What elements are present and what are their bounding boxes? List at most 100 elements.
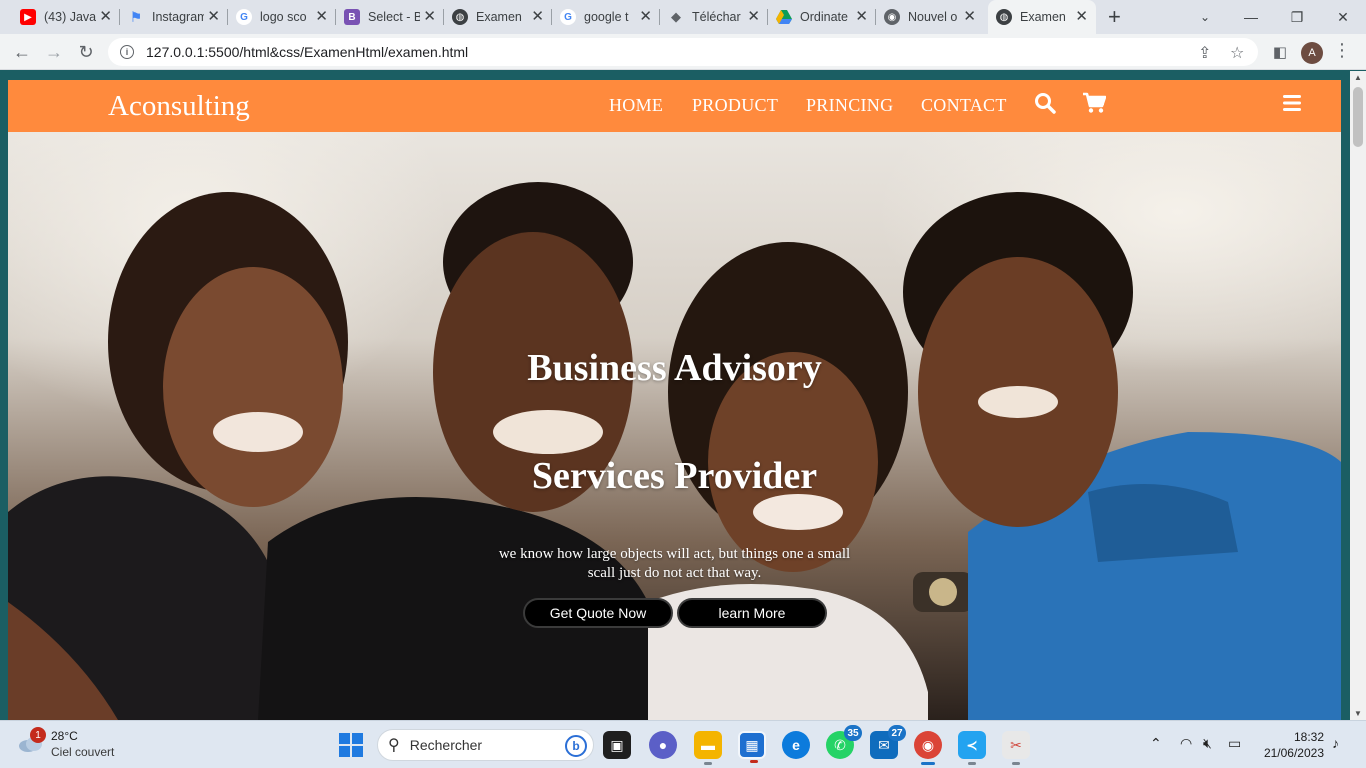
tab-title: Nouvel o	[908, 10, 958, 24]
browser-tab-6[interactable]: G google t ✕	[552, 0, 660, 34]
browser-tab-active[interactable]: ◍ Examen ✕	[988, 0, 1096, 34]
browser-tab-3[interactable]: G logo sco ✕	[228, 0, 336, 34]
whatsapp-icon[interactable]: ✆ 35	[826, 725, 862, 759]
edge-icon[interactable]: e	[782, 731, 810, 759]
windows-start-icon[interactable]	[339, 733, 363, 757]
browser-tab-7[interactable]: ◆ Téléchar ✕	[660, 0, 768, 34]
browser-toolbar: ← → ↻ i 127.0.0.1:5500/html&css/ExamenHt…	[0, 34, 1366, 70]
clock-time: 18:32	[1293, 730, 1324, 744]
browser-tab-strip: ▶ (43) Java ✕ ⚑ Instagram ✕ G logo sco ✕…	[0, 0, 1366, 34]
chrome-icon: ◉	[884, 9, 900, 25]
tab-title: Examen	[1020, 10, 1066, 24]
nav-contact[interactable]: CONTACT	[921, 95, 1007, 116]
teams-chat-icon[interactable]: ●	[649, 731, 677, 759]
notification-bell-icon[interactable]: ♪	[1332, 735, 1339, 751]
microsoft-store-icon[interactable]: ▦	[738, 731, 766, 763]
back-icon[interactable]: ←	[10, 40, 34, 64]
browser-tab-4[interactable]: B Select - B ✕	[336, 0, 444, 34]
address-bar[interactable]: i 127.0.0.1:5500/html&css/ExamenHtml/exa…	[108, 38, 1258, 66]
globe-icon: ◍	[452, 9, 468, 25]
close-tab-icon[interactable]: ✕	[963, 9, 976, 25]
close-tab-icon[interactable]: ✕	[747, 9, 760, 25]
hero-title-line1: Business Advisory	[527, 347, 822, 389]
hero-content: Business Advisory Services Provider we k…	[8, 132, 1341, 720]
tab-title: Ordinate	[800, 10, 848, 24]
wifi-icon[interactable]: ◠	[1180, 735, 1192, 752]
browser-tab-1[interactable]: ▶ (43) Java ✕	[12, 0, 120, 34]
scroll-thumb[interactable]	[1353, 87, 1363, 147]
site-navbar: Aconsulting HOME PRODUCT PRINCING CONTAC…	[8, 80, 1341, 132]
browser-tab-5[interactable]: ◍ Examen ✕	[444, 0, 552, 34]
page-viewport: Aconsulting HOME PRODUCT PRINCING CONTAC…	[0, 71, 1350, 720]
google-icon: G	[236, 9, 252, 25]
browser-tab-2[interactable]: ⚑ Instagram ✕	[120, 0, 228, 34]
nav-pricing[interactable]: PRINCING	[806, 95, 893, 116]
weather-badge: 1	[30, 727, 46, 743]
close-tab-icon[interactable]: ✕	[207, 9, 220, 25]
restore-icon[interactable]: ❐	[1274, 0, 1320, 34]
google-icon: G	[560, 9, 576, 25]
hero-subtitle: we know how large objects will act, but …	[498, 546, 851, 581]
taskbar-search[interactable]: ⚲ Rechercher b	[377, 729, 594, 761]
bootstrap-icon: B	[344, 9, 360, 25]
reload-icon[interactable]: ↻	[74, 40, 98, 64]
close-tab-icon[interactable]: ✕	[855, 9, 868, 25]
search-icon[interactable]	[1034, 92, 1056, 119]
cart-icon[interactable]	[1082, 92, 1107, 119]
bing-icon[interactable]: b	[565, 735, 587, 757]
bookmark-star-icon[interactable]: ☆	[1230, 43, 1244, 63]
tab-title: Examen	[476, 10, 522, 24]
google-drive-icon	[776, 9, 792, 25]
browser-tab-9[interactable]: ◉ Nouvel o ✕	[876, 0, 984, 34]
system-clock[interactable]: 18:32 21/06/2023	[1260, 729, 1324, 761]
mail-badge: 27	[888, 725, 906, 741]
vscode-icon[interactable]: ≺	[958, 731, 986, 765]
file-explorer-icon[interactable]: ▬	[694, 731, 722, 765]
close-tab-icon[interactable]: ✕	[531, 9, 544, 25]
tab-title: Select - B	[368, 10, 420, 24]
graduation-cap-icon: ◆	[671, 9, 681, 24]
get-quote-button[interactable]: Get Quote Now	[523, 598, 673, 628]
weather-desc[interactable]: Ciel couvert	[51, 745, 114, 759]
mail-icon[interactable]: ✉ 27	[870, 725, 906, 759]
battery-icon[interactable]: ▭	[1228, 735, 1241, 752]
tab-title: Instagram	[152, 10, 204, 24]
close-tab-icon[interactable]: ✕	[1075, 9, 1088, 25]
side-panel-icon[interactable]: ◧	[1268, 40, 1292, 64]
task-view-icon[interactable]: ▣	[603, 731, 631, 759]
snipping-tool-icon[interactable]: ✂	[1002, 731, 1030, 765]
scroll-up-icon[interactable]: ▲	[1354, 73, 1362, 82]
close-tab-icon[interactable]: ✕	[315, 9, 328, 25]
nav-home[interactable]: HOME	[609, 95, 663, 116]
search-icon: ⚲	[388, 737, 400, 754]
forward-icon[interactable]: →	[42, 40, 66, 64]
weather-temp[interactable]: 28°C	[51, 729, 78, 743]
share-icon[interactable]: ⇪	[1198, 43, 1211, 63]
scroll-down-icon[interactable]: ▼	[1354, 709, 1362, 718]
minimize-icon[interactable]: —	[1228, 0, 1274, 34]
menu-kebab-icon[interactable]: ⋮	[1333, 40, 1351, 61]
site-info-icon[interactable]: i	[120, 45, 134, 59]
learn-more-button[interactable]: learn More	[677, 598, 827, 628]
tab-search-icon[interactable]: ⌄	[1182, 0, 1228, 34]
volume-muted-icon[interactable]: 🔇︎	[1203, 735, 1212, 752]
hamburger-menu-icon[interactable]	[1283, 95, 1301, 116]
profile-avatar[interactable]: A	[1301, 42, 1323, 64]
globe-icon: ◍	[996, 9, 1012, 25]
taskbar-search-label: Rechercher	[409, 737, 483, 753]
browser-tab-8[interactable]: Ordinate ✕	[768, 0, 876, 34]
new-tab-icon[interactable]: +	[1108, 6, 1121, 28]
close-tab-icon[interactable]: ✕	[639, 9, 652, 25]
show-hidden-icons[interactable]: ⌃	[1150, 735, 1162, 752]
close-window-icon[interactable]: ✕	[1320, 0, 1366, 34]
page-scrollbar[interactable]: ▲ ▼	[1350, 71, 1366, 720]
chrome-taskbar-icon[interactable]: ◉	[914, 731, 942, 765]
close-tab-icon[interactable]: ✕	[423, 9, 436, 25]
url-text[interactable]: 127.0.0.1:5500/html&css/ExamenHtml/exame…	[146, 44, 468, 60]
whatsapp-badge: 35	[844, 725, 862, 741]
close-tab-icon[interactable]: ✕	[99, 9, 112, 25]
site-logo[interactable]: Aconsulting	[108, 90, 250, 123]
hero-title-line2: Services Provider	[531, 455, 818, 497]
clock-date: 21/06/2023	[1263, 746, 1324, 760]
nav-product[interactable]: PRODUCT	[692, 95, 778, 116]
